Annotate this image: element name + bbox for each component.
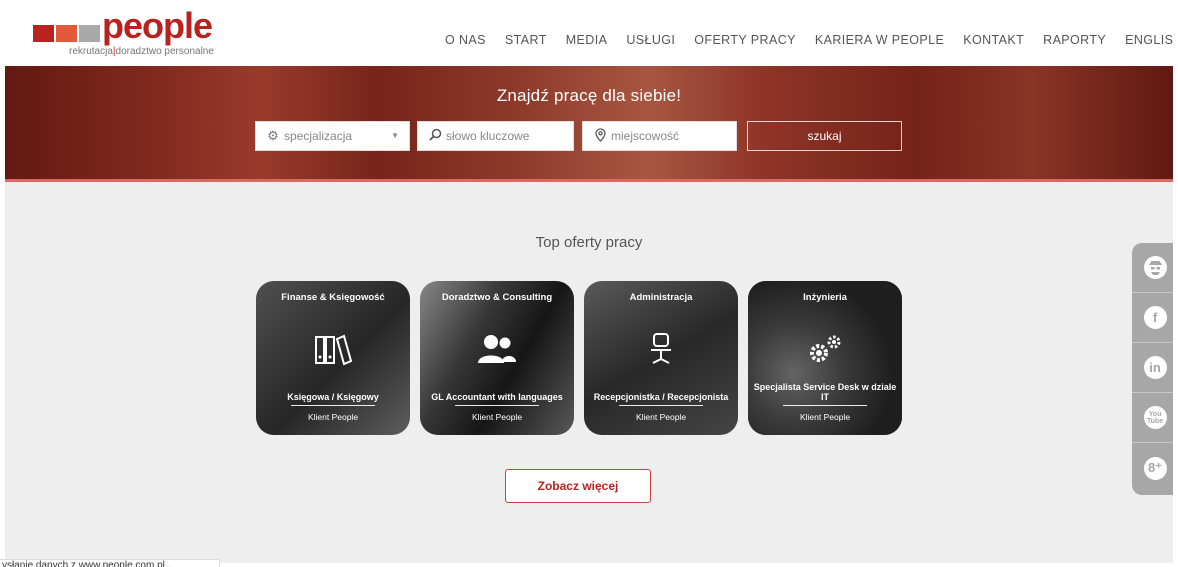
nav-start[interactable]: START: [505, 33, 547, 47]
location-input[interactable]: miejscowość: [582, 121, 737, 151]
browser-status-bar: ysłanie danych z www.people.com.pl...: [0, 559, 220, 567]
gear-icon: ⚙: [267, 128, 279, 143]
card-client: Klient People: [471, 412, 523, 422]
nav-kontakt[interactable]: KONTAKT: [963, 33, 1024, 47]
card-client: Klient People: [307, 412, 359, 422]
card-job-title: Księgowa / Księgowy: [287, 392, 379, 402]
nav-kariera[interactable]: KARIERA W PEOPLE: [815, 33, 944, 47]
social-linkedin-link[interactable]: in: [1132, 343, 1178, 393]
youtube-icon: You Tube: [1143, 406, 1167, 429]
google-plus-icon: 8⁺: [1143, 456, 1167, 480]
nav-raporty[interactable]: RAPORTY: [1043, 33, 1106, 47]
binders-icon: [256, 333, 410, 375]
see-more-button[interactable]: Zobacz więcej: [505, 469, 651, 503]
right-edge: [1173, 0, 1178, 567]
offer-card-finance[interactable]: Finanse & Księgowość Księgowa / Księgowy…: [256, 281, 410, 435]
card-category: Administracja: [629, 292, 693, 303]
facebook-icon: f: [1143, 306, 1167, 329]
social-spy-link[interactable]: [1132, 243, 1178, 293]
logo-wordmark: people: [102, 5, 213, 46]
social-youtube-link[interactable]: You Tube: [1132, 393, 1178, 443]
keyword-input[interactable]: słowo kluczowe: [417, 121, 574, 151]
search-icon: [424, 128, 446, 144]
offer-card-consulting[interactable]: Doradztwo & Consulting GL Accountant wit…: [420, 281, 574, 435]
hero-banner: Znajdź pracę dla siebie! ⚙ specjalizacja…: [5, 66, 1173, 182]
nav-english[interactable]: ENGLISH: [1125, 33, 1178, 47]
chevron-down-icon: ▼: [391, 131, 399, 140]
section-title: Top oferty pracy: [535, 234, 643, 251]
card-divider: [455, 405, 539, 406]
logo-square-red: [33, 25, 54, 42]
logo-tagline: rekrutacja|doradztwo personalne: [69, 46, 214, 57]
nav-oferty-pracy[interactable]: OFERTY PRACY: [694, 33, 796, 47]
people-logo[interactable]: people rekrutacja|doradztwo personalne: [33, 5, 233, 59]
card-category: Finanse & Księgowość: [281, 292, 385, 303]
logo-square-grey: [79, 25, 100, 42]
social-google-plus-link[interactable]: 8⁺: [1132, 443, 1178, 493]
people-icon: [420, 333, 574, 373]
card-client: Klient People: [799, 412, 851, 422]
office-chair-icon: [584, 333, 738, 373]
card-job-title: Specjalista Service Desk w dziale IT: [753, 382, 897, 402]
gears-icon: [748, 333, 902, 373]
card-divider: [291, 405, 375, 406]
card-divider: [619, 405, 703, 406]
card-category: Inżynieria: [803, 292, 847, 303]
site-header: people rekrutacja|doradztwo personalne O…: [0, 0, 1178, 66]
social-facebook-link[interactable]: f: [1132, 293, 1178, 343]
specialization-placeholder: specjalizacja: [284, 129, 353, 143]
keyword-placeholder: słowo kluczowe: [446, 129, 530, 143]
location-pin-icon: [589, 127, 611, 145]
nav-o-nas[interactable]: O NAS: [445, 33, 486, 47]
location-placeholder: miejscowość: [611, 129, 680, 143]
offer-card-administration[interactable]: Administracja Recepcjonistka / Recepcjon…: [584, 281, 738, 435]
linkedin-icon: in: [1143, 356, 1167, 379]
card-divider: [783, 405, 867, 406]
offer-card-engineering[interactable]: Inżynieria Specjalista Service Desk w dz…: [748, 281, 902, 435]
card-job-title: GL Accountant with languages: [431, 392, 563, 402]
logo-square-orange: [56, 25, 77, 42]
nav-media[interactable]: MEDIA: [566, 33, 608, 47]
card-job-title: Recepcjonistka / Recepcjonista: [593, 392, 729, 402]
card-client: Klient People: [635, 412, 687, 422]
specialization-select[interactable]: ⚙ specjalizacja ▼: [255, 121, 410, 151]
card-category: Doradztwo & Consulting: [441, 292, 553, 303]
spy-icon: [1143, 256, 1167, 279]
hero-title: Znajdź pracę dla siebie!: [496, 86, 682, 105]
search-button[interactable]: szukaj: [747, 121, 902, 151]
social-sidebar: f in You Tube 8⁺: [1132, 243, 1178, 495]
main-nav: O NAS START MEDIA USŁUGI OFERTY PRACY KA…: [445, 33, 1178, 47]
nav-uslugi[interactable]: USŁUGI: [626, 33, 675, 47]
top-offers-section: Top oferty pracy Finanse & Księgowość Ks…: [5, 182, 1173, 563]
hero-bottom-stripe: [5, 179, 1173, 182]
